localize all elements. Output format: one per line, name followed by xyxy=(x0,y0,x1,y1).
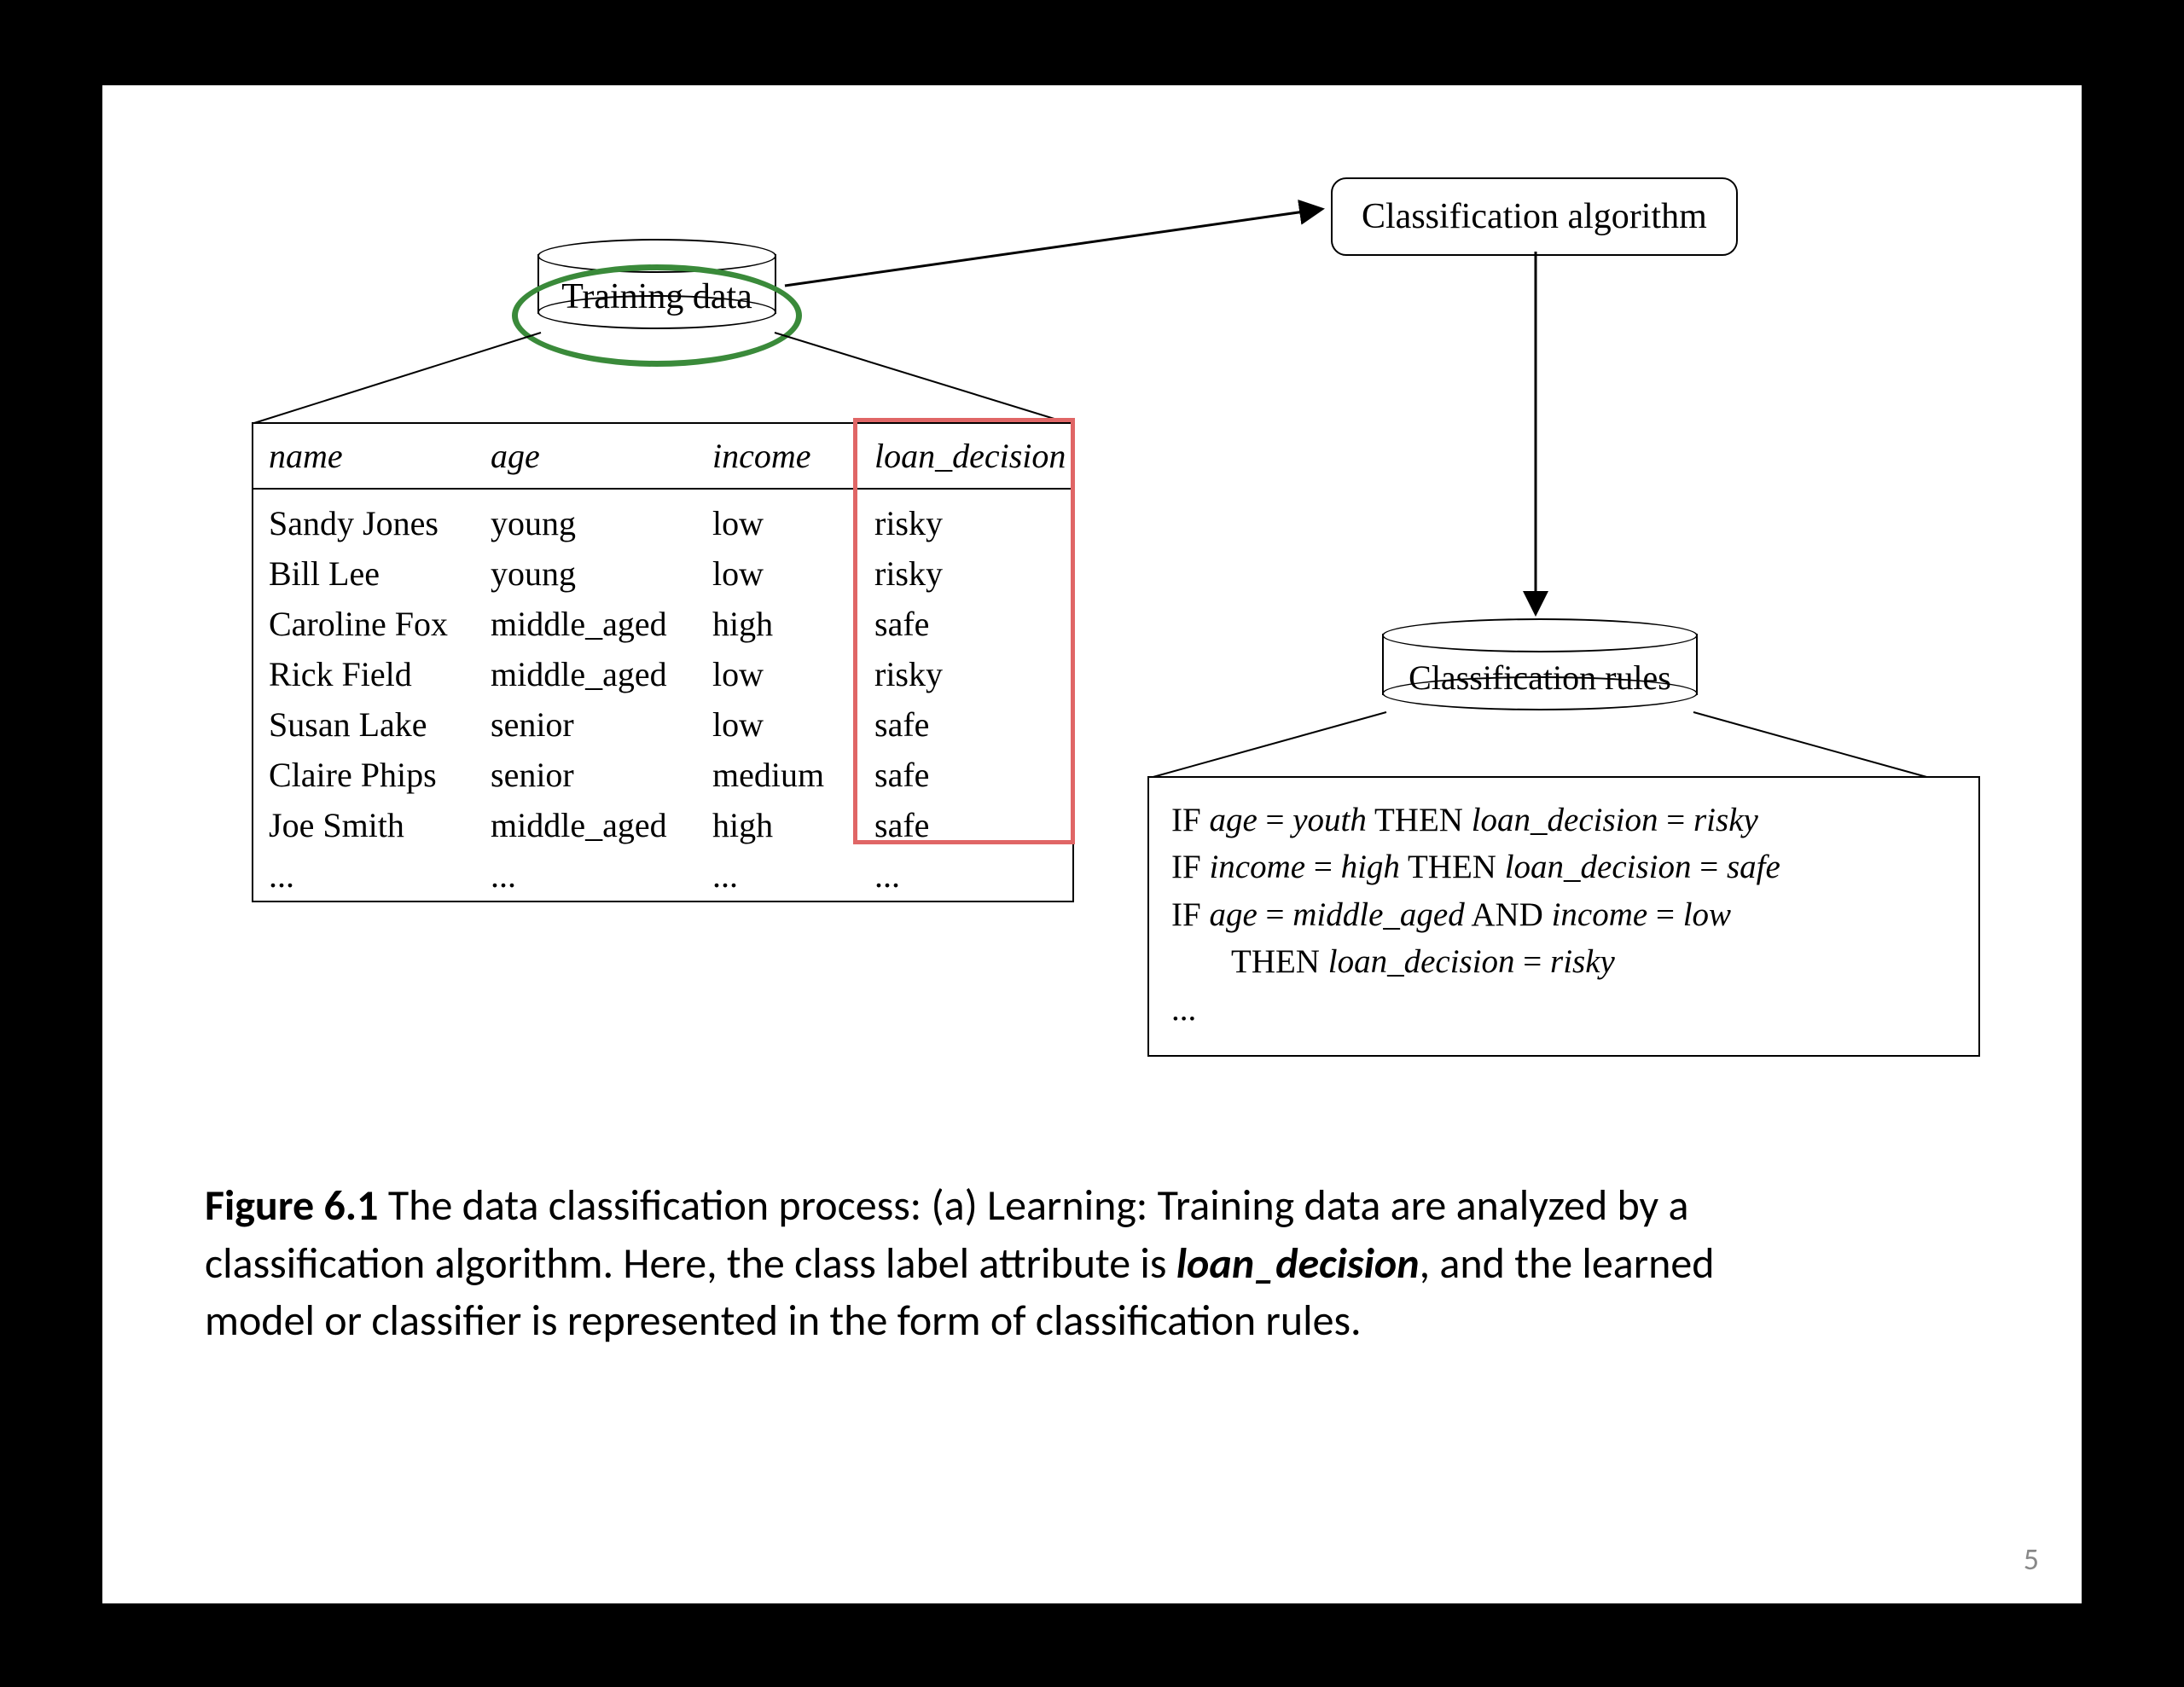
rule-line: IF age = youth THEN loan_decision = risk… xyxy=(1171,797,1956,844)
col-age: age xyxy=(491,436,712,476)
rules-cylinder: Classification rules xyxy=(1382,618,1698,695)
table-row: Sandy Jones young low risky xyxy=(253,498,1072,548)
rules-box: IF age = youth THEN loan_decision = risk… xyxy=(1147,776,1980,1057)
algorithm-label: Classification algorithm xyxy=(1362,197,1707,236)
slide: Classification algorithm Training data n… xyxy=(102,85,2082,1603)
table-header-row: name age income loan_decision xyxy=(253,424,1072,490)
rule-ellipsis: ... xyxy=(1171,986,1956,1033)
rule-line: IF income = high THEN loan_decision = sa… xyxy=(1171,844,1956,890)
figure-number: Figure 6.1 xyxy=(205,1180,379,1232)
table-row: Claire Phips senior medium safe xyxy=(253,750,1072,800)
table-row: Rick Field middle_aged low risky xyxy=(253,649,1072,699)
rules-cyl-label: Classification rules xyxy=(1384,658,1696,698)
col-income: income xyxy=(712,436,874,476)
algorithm-box: Classification algorithm xyxy=(1331,177,1738,256)
table-row-ellipsis: ... ... ... ... xyxy=(253,850,1072,901)
training-data-table: name age income loan_decision Sandy Jone… xyxy=(252,422,1074,902)
training-data-cylinder: Training data xyxy=(537,239,776,314)
table-row: Susan Lake senior low safe xyxy=(253,699,1072,750)
rule-line: IF age = middle_aged AND income = low TH… xyxy=(1171,891,1956,986)
table-row: Bill Lee young low risky xyxy=(253,548,1072,599)
training-data-label: Training data xyxy=(539,276,775,317)
table-row: Joe Smith middle_aged high safe xyxy=(253,800,1072,850)
col-name: name xyxy=(269,436,491,476)
col-loan: loan_decision xyxy=(874,436,1066,476)
figure-caption: Figure 6.1 The data classification proce… xyxy=(205,1177,1826,1350)
table-row: Caroline Fox middle_aged high safe xyxy=(253,599,1072,649)
caption-emph: loan_decision xyxy=(1176,1238,1420,1290)
page-number: 5 xyxy=(2024,1540,2039,1578)
